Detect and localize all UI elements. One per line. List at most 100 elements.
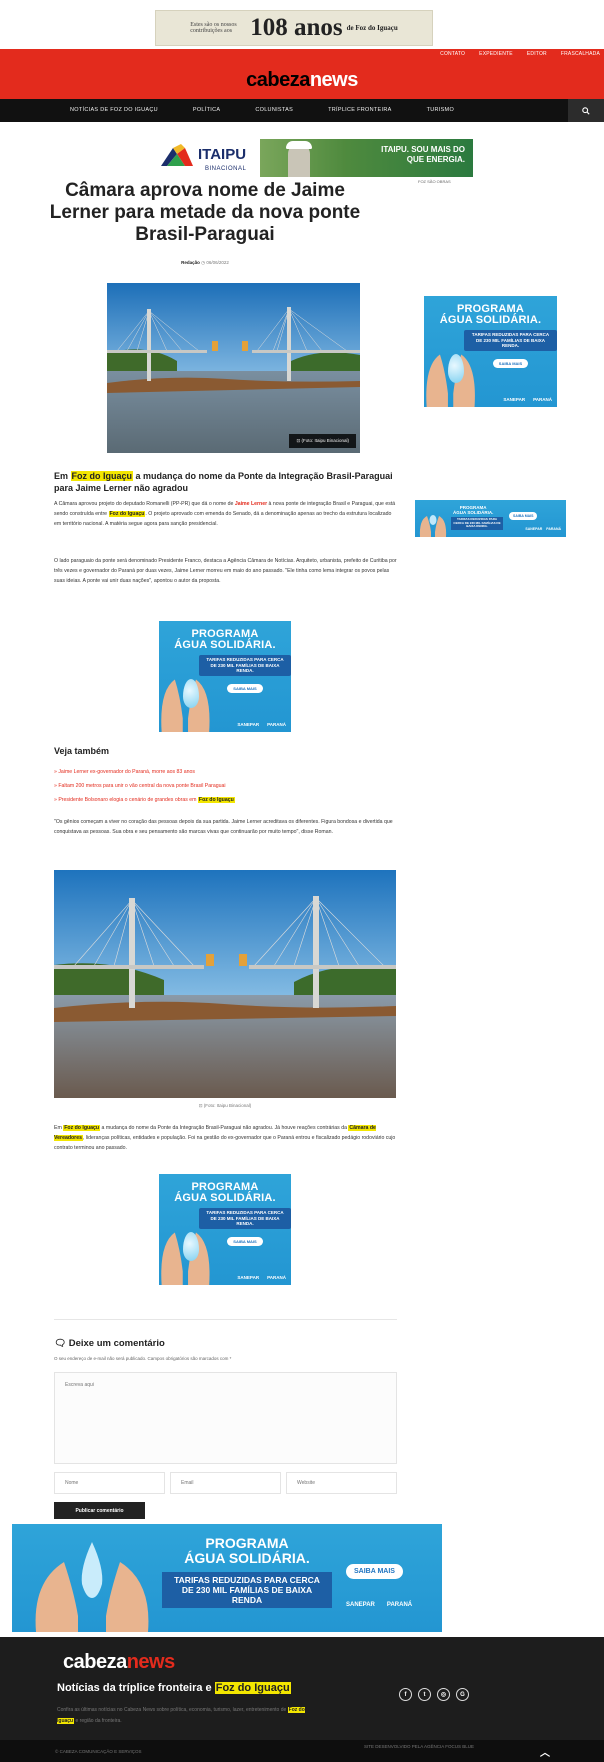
name-field[interactable] [54,1472,165,1494]
agua-ad-logos: SANEPAR PARANÁ [237,1275,286,1280]
top-link-expediente[interactable]: EXPEDIENTE [479,51,513,57]
agua-ad5-logos: SANEPAR PARANÁ [346,1602,412,1608]
agua-solidaria-ad-sidebar[interactable]: PROGRAMA ÁGUA SOLIDÁRIA. TARIFAS REDUZIDA… [424,296,557,407]
agua-ad5-button[interactable]: SAIBA MAIS [346,1564,403,1579]
agua-ad-title: PROGRAMA ÁGUA SOLIDÁRIA. [424,304,557,326]
agua-ad-copy: TARIFAS REDUZIDAS PARA CERCA DE 230 MIL … [424,326,557,370]
photo-credit-1-text: (Foto: Itaipu Binacional) [301,438,349,443]
p4-c: , lideranças políticas, entidades e popu… [54,1135,396,1151]
article-date: 06/06/2022 [206,260,229,265]
sanepar-logo: SANEPAR [237,1275,260,1280]
submit-comment-button[interactable]: Publicar comentário [54,1502,145,1519]
p4-a: Em [54,1125,64,1131]
related-item[interactable]: Presidente Bolsonaro elogia o cenário de… [54,793,399,807]
facebook-icon[interactable]: f [399,1688,412,1701]
divider [54,1319,397,1320]
footer-tagline: Notícias da tríplice fronteira e Foz do … [57,1682,291,1694]
email-field[interactable] [170,1472,281,1494]
nav-item-colunistas[interactable]: COLUNISTAS [255,107,293,113]
agua-ad-tag: TARIFAS REDUZIDAS PARA CERCA DE 230 MIL … [199,1208,291,1229]
banner-tail-text: de Foz do Iguaçu [346,24,398,32]
itaipu-brand: ITAIPU [198,146,247,163]
itaipu-photo: ITAIPU. SOU MAIS DO QUE ENERGIA. [260,139,473,177]
footer-tagline-pre: Notícias da tríplice fronteira e [57,1682,215,1694]
p4-tag-link-1[interactable]: Foz do Iguaçu [63,1125,101,1131]
ad-label: FOZ SÃO OBRAS [418,179,451,184]
agua-solidaria-ad-inline-1[interactable]: PROGRAMA ÁGUA SOLIDÁRIA. TARIFAS REDUZIDA… [159,621,291,732]
nav-item-noticias[interactable]: NOTÍCIAS DE FOZ DO IGUAÇU [70,107,158,113]
banner-small-text: Estes são os nossos contribuições aos [190,22,237,34]
agua-ad2-tag: TARIFAS REDUZIDAS PARA CERCA DE 230 MIL … [451,517,503,530]
agua-ad2-button[interactable]: SAIBA MAIS [509,512,538,520]
subtitle-tag-link[interactable]: Foz do Iguaçu [70,471,134,481]
comment-textarea[interactable] [54,1372,397,1464]
nav-item-politica[interactable]: POLÍTICA [193,107,220,113]
agua-solidaria-ad-wide[interactable]: PROGRAMA ÁGUA SOLIDÁRIA. TARIFAS REDUZID… [12,1524,442,1632]
footer-logo[interactable]: cabezanews [63,1651,175,1674]
agua-ad-title: PROGRAMA ÁGUA SOLIDÁRIA. [159,1182,291,1204]
website-field[interactable] [286,1472,397,1494]
comments-note: O seu endereço de e-mail não será public… [54,1356,232,1361]
footer-desc-a: Confira as últimas notícias no Cabeza Ne… [57,1707,288,1713]
search-icon[interactable] [568,99,604,122]
itaipu-slogan-1: ITAIPU. SOU MAIS DO [381,145,465,154]
article-author[interactable]: Redação [181,260,200,265]
parana-logo: PARANÁ [533,397,552,402]
agua-ad5-title-2: ÁGUA SOLIDÁRIA. [184,1550,310,1566]
nav-item-triplice[interactable]: TRÍPLICE FRONTEIRA [328,107,391,113]
agua-ad-button[interactable]: SAIBA MAIS [492,359,529,368]
agua-solidaria-ad-banner-small[interactable]: PROGRAMA ÁGUA SOLIDÁRIA. TARIFAS REDUZIDA… [415,500,566,537]
p4-b: a mudança do nome da Ponte da Integração… [100,1125,349,1131]
agua-ad2-logos: SANEPAR PARANÁ [525,527,561,531]
back-to-top-icon[interactable]: ︿ [540,1744,550,1759]
logo-part-1: cabeza [246,69,310,91]
site-logo[interactable]: cabezanews [0,69,604,92]
bridge-image [107,283,360,453]
social-links: f t ◎ G [399,1688,469,1701]
top-anniversary-banner[interactable]: Estes são os nossos contribuições aos 10… [155,10,433,46]
itaipu-ad[interactable]: ITAIPU BINACIONAL ITAIPU. SOU MAIS DO QU… [153,139,473,177]
subtitle-pre: Em [54,471,71,481]
comments-title-text: Deixe um comentário [68,1338,165,1349]
parana-logo: PARANÁ [267,722,286,727]
related-item-3-text: Presidente Bolsonaro elogia o cenário de… [58,797,198,803]
article-paragraph-4: Em Foz do Iguaçu a mudança do nome da Po… [54,1123,399,1153]
related-item[interactable]: Faltam 200 metros para unir o vão centra… [54,779,399,793]
agua-ad5-title-1: PROGRAMA [205,1535,289,1551]
agua-solidaria-ad-inline-2[interactable]: PROGRAMA ÁGUA SOLIDÁRIA. TARIFAS REDUZIDA… [159,1174,291,1285]
agua-ad-button[interactable]: SAIBA MAIS [227,1237,263,1246]
copyright: © CABEZA COMUNICAÇÃO E SERVIÇOS [55,1749,142,1754]
p1-name-link[interactable]: Jaime Lerner [235,501,267,507]
instagram-icon[interactable]: ◎ [437,1688,450,1701]
sanepar-logo: SANEPAR [346,1602,375,1608]
site-footer: cabezanews Notícias da tríplice fronteir… [0,1637,604,1740]
footer-tagline-tag[interactable]: Foz do Iguaçu [214,1682,291,1694]
footer-logo-part-1: cabeza [63,1651,127,1673]
developer-credit[interactable]: SITE DESENVOLVIDO PELA AGÊNCIA FOCUS BLU… [354,1744,484,1750]
article-photo-1[interactable]: ⊡ (Foto: Itaipu Binacional) [107,283,360,453]
itaipu-logo: ITAIPU BINACIONAL [153,141,259,177]
article-photo-2[interactable] [54,870,396,1098]
related-item[interactable]: Jaime Lerner ex-governador do Paraná, mo… [54,765,399,779]
itaipu-slogan-2: QUE ENERGIA. [406,155,465,164]
agua-ad-button[interactable]: SAIBA MAIS [227,684,263,693]
twitter-icon[interactable]: t [418,1688,431,1701]
itaipu-brand-sub: BINACIONAL [205,166,247,172]
parana-logo: PARANÁ [386,1602,413,1608]
google-icon[interactable]: G [456,1688,469,1701]
footer-description: Confira as últimas notícias no Cabeza Ne… [57,1705,307,1727]
top-link-frascalhada[interactable]: FRASCALHADA [561,51,600,57]
top-link-editor[interactable]: EDITOR [527,51,547,57]
related-item-3-tag[interactable]: Foz do Iguaçu [197,797,235,803]
article-meta: Redação ◷ 06/06/2022 [40,260,370,266]
comments-title: 🗨 Deixe um comentário [54,1338,165,1349]
p1-tag-link[interactable]: Foz do Iguaçu [108,511,146,517]
top-link-contato[interactable]: CONTATO [440,51,465,57]
agua-ad-tag: TARIFAS REDUZIDAS PARA CERCA DE 230 MIL … [464,330,557,351]
nav-item-turismo[interactable]: TURISMO [427,107,454,113]
agua-ad2-title-2: ÁGUA SOLIDÁRIA. [453,510,494,515]
sanepar-logo: SANEPAR [503,397,526,402]
agua-ad-tag: TARIFAS REDUZIDAS PARA CERCA DE 230 MIL … [199,655,291,676]
banner-big-text: 108 anos [250,14,343,41]
article-paragraph-2: O lado paraguaio da ponte será denominad… [54,558,397,584]
